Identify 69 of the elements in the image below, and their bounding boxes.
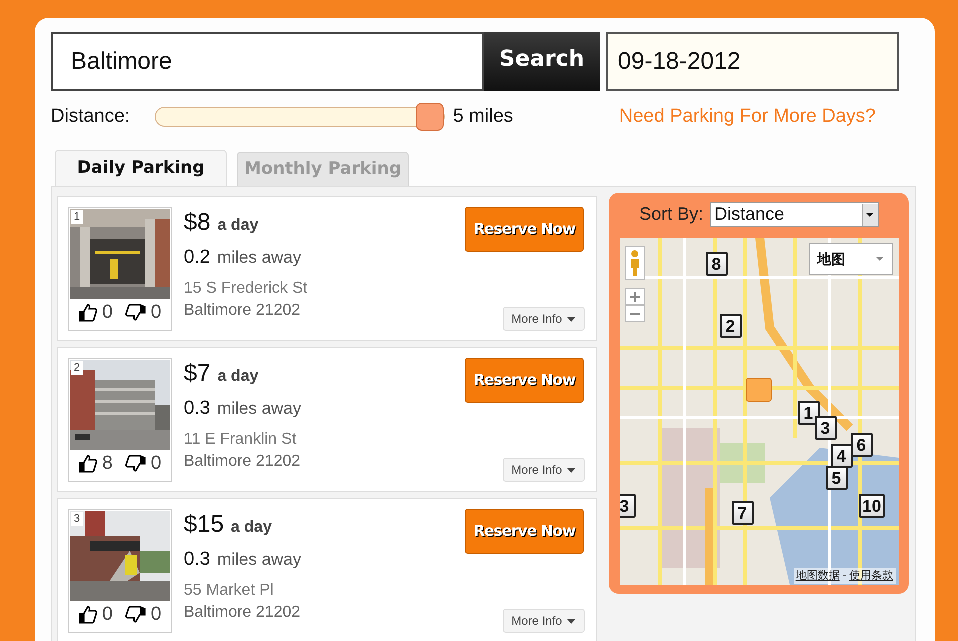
terms-link[interactable]: 使用条款 (850, 568, 894, 584)
slider-thumb[interactable] (416, 103, 444, 131)
map-type-dropdown[interactable]: 地图 (808, 243, 892, 275)
like-count: 0 (102, 303, 113, 323)
sort-label: Sort By: (639, 203, 704, 226)
price: $15 (184, 511, 224, 539)
map-marker[interactable]: 5 (826, 466, 848, 490)
map-marker[interactable]: 3 (814, 416, 836, 440)
like-count: 8 (102, 454, 113, 474)
zoom-out-button[interactable] (624, 305, 644, 322)
minus-icon (630, 312, 640, 314)
thumbs-down-icon[interactable] (125, 303, 147, 323)
distance: 0.3 (184, 548, 210, 572)
distance-value: 5 miles (453, 104, 514, 129)
map-data-link[interactable]: 地图数据 (796, 568, 840, 584)
thumbs-down-icon[interactable] (125, 605, 147, 625)
plus-icon (630, 292, 640, 302)
more-info-button[interactable]: More Info (503, 609, 585, 633)
dislike-count: 0 (151, 303, 162, 323)
caret-icon (567, 316, 576, 322)
dislike-count: 0 (151, 454, 162, 474)
address: 15 S Frederick St (184, 278, 308, 298)
city: Baltimore 21202 (184, 452, 302, 472)
map-marker[interactable]: 3 (620, 494, 636, 518)
listing-number: 2 (71, 361, 84, 375)
thumbs-up-icon[interactable] (78, 605, 98, 625)
location-marker-icon (746, 378, 772, 402)
caret-icon (567, 618, 576, 624)
map-marker[interactable]: 8 (706, 252, 728, 276)
distance: 0.3 (184, 397, 210, 421)
city: Baltimore 21202 (184, 602, 302, 622)
person-icon (630, 250, 640, 276)
distance-unit: miles away (217, 549, 302, 571)
date-field[interactable]: 09-18-2012 (606, 32, 899, 91)
sort-dropdown[interactable]: Distance (710, 202, 879, 227)
tab[interactable]: Daily Parking (55, 150, 227, 186)
distance-label: Distance: (51, 104, 130, 129)
listing-number: 1 (71, 210, 84, 224)
search-field[interactable]: Baltimore (51, 32, 484, 91)
caret-icon (567, 468, 576, 472)
price-unit: a day (218, 367, 259, 387)
more-info-button[interactable]: More Info (503, 458, 585, 482)
link-separator: - (842, 568, 846, 584)
map-marker[interactable]: 7 (732, 501, 754, 525)
distance-unit: miles away (217, 247, 302, 269)
like-count: 0 (102, 605, 113, 625)
city: Baltimore 21202 (184, 300, 302, 320)
map-marker[interactable]: 2 (720, 314, 742, 338)
zoom-in-button[interactable] (624, 288, 644, 305)
address: 11 E Franklin St (184, 430, 298, 450)
distance-unit: miles away (217, 398, 302, 420)
listing-number: 3 (71, 512, 84, 526)
thumbs-up-icon[interactable] (78, 454, 98, 474)
search-button[interactable]: Search (484, 32, 600, 91)
distance: 0.2 (184, 246, 210, 270)
map-marker[interactable]: 4 (830, 444, 852, 468)
more-info-button[interactable]: More Info (503, 307, 585, 331)
price-unit: a day (218, 216, 259, 236)
address: 55 Market Pl (184, 580, 275, 600)
price: $7 (184, 360, 211, 388)
dislike-count: 0 (151, 605, 162, 625)
map-marker[interactable]: 10 (858, 494, 886, 518)
price-unit: a day (231, 518, 272, 538)
caret-icon (876, 257, 884, 261)
map[interactable]: 8 2 1 3 6 4 5 3 7 10 地图 地图数据 - 使用条款 (620, 238, 898, 585)
thumbs-down-icon[interactable] (125, 454, 147, 474)
map-marker[interactable]: 6 (850, 433, 872, 457)
thumbs-up-icon[interactable] (78, 303, 98, 323)
price: $8 (184, 209, 211, 237)
